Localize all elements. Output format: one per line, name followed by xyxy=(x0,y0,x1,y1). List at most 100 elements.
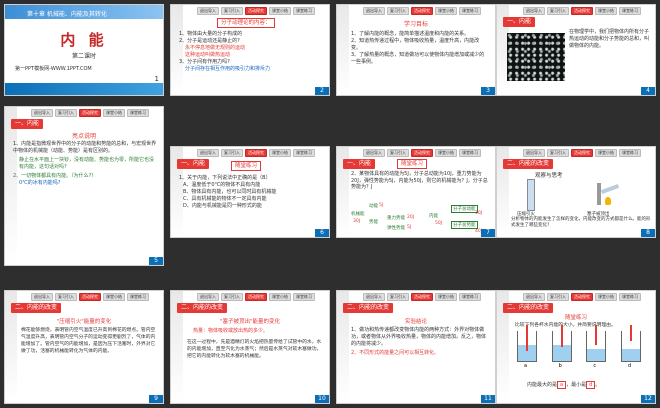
question-2: 0℃的冰有内能吗? xyxy=(19,180,61,186)
tab-review[interactable]: 复习引入 xyxy=(547,7,569,15)
slide-2[interactable]: 退出导入 复习引入 活动探究 课堂小结 课堂练习 分子动理论的内容： 1、物体由… xyxy=(170,4,330,96)
tab-review[interactable]: 复习引入 xyxy=(55,293,77,301)
slide-9[interactable]: 退出导入 复习引入 活动探究 课堂小结 课堂练习 二、内能的改变 "压缩引火"能… xyxy=(4,290,164,404)
slide-8[interactable]: 退出导入 复习引入 活动探究 课堂小结 课堂练习 二、内能的改变 观察与思考 压… xyxy=(496,146,656,238)
section-tag: 二、内能的改变 xyxy=(343,303,394,313)
tab-practice[interactable]: 课堂练习 xyxy=(619,149,641,157)
tab-explore[interactable]: 活动探究 xyxy=(571,293,593,301)
slide-7[interactable]: 退出导入 复习引入 活动探究 课堂小结 课堂练习 一、内能 随堂练习 2、某物体… xyxy=(336,146,496,238)
footer-text: 第一PPT模板网-WWW.1PPT.COM xyxy=(15,66,92,72)
tab-explore[interactable]: 活动探究 xyxy=(411,149,433,157)
conclusion-2: 2、不同形式的能量之间可以相互转化。 xyxy=(351,350,440,356)
tab-summary[interactable]: 课堂小结 xyxy=(595,7,617,15)
tab-review[interactable]: 复习引入 xyxy=(387,149,409,157)
tab-summary[interactable]: 课堂小结 xyxy=(269,149,291,157)
tab-exit[interactable]: 退出导入 xyxy=(197,149,219,157)
tab-practice[interactable]: 课堂练习 xyxy=(293,7,315,15)
item-2: 2、分子是运动还是静止的? xyxy=(179,38,240,44)
slide-5[interactable]: 退出导入 复习引入 活动探究 课堂小结 课堂练习 一、内能 亮点说明 1、内能是… xyxy=(4,106,164,266)
tab-summary[interactable]: 课堂小结 xyxy=(103,293,125,301)
tab-explore[interactable]: 活动探究 xyxy=(571,7,593,15)
tab-explore[interactable]: 活动探究 xyxy=(79,109,101,117)
tab-practice[interactable]: 课堂练习 xyxy=(293,149,315,157)
slide-10[interactable]: 退出导入 复习引入 活动探究 课堂小结 课堂练习 二、内能的改变 "塞子被顶出"… xyxy=(170,290,330,404)
tab-exit[interactable]: 退出导入 xyxy=(197,293,219,301)
label-elastic: 弹性势能 xyxy=(387,226,405,231)
tab-review[interactable]: 复习引入 xyxy=(221,149,243,157)
section-tag: 一、内能 xyxy=(177,159,210,169)
slide-6[interactable]: 退出导入 复习引入 活动探究 课堂小结 课堂练习 一、内能 随堂练习 1、关于内… xyxy=(170,146,330,238)
content: 1、物体由大量的分子构成的 2、分子是运动还是静止的? 永不停息地做无规则的运动… xyxy=(179,31,323,73)
tab-practice[interactable]: 课堂练习 xyxy=(127,109,149,117)
tab-exit[interactable]: 退出导入 xyxy=(197,7,219,15)
energy-tree: 动能 机械能 势能 重力势能 弹性势能 内能 分子总动能 分子总势能 5J 20… xyxy=(351,203,491,237)
question: 1、关于内能，下列说法中正确的是（B） xyxy=(179,175,271,181)
tab-summary[interactable]: 课堂小结 xyxy=(435,149,457,157)
nav-tabs: 退出导入 复习引入 活动探究 课堂小结 课堂练习 xyxy=(511,7,653,15)
beaker-a: a xyxy=(517,325,537,369)
option-d: D、内能与机械能是同一种形式的能 xyxy=(183,203,262,209)
tab-summary[interactable]: 课堂小结 xyxy=(269,293,291,301)
tab-explore[interactable]: 活动探究 xyxy=(245,149,267,157)
tab-exit[interactable]: 退出导入 xyxy=(363,149,385,157)
tab-explore[interactable]: 活动探究 xyxy=(411,293,433,301)
tab-explore[interactable]: 活动探究 xyxy=(245,7,267,15)
slide-number: 3 xyxy=(481,87,495,95)
tab-review[interactable]: 复习引入 xyxy=(55,109,77,117)
tab-practice[interactable]: 课堂练习 xyxy=(619,7,641,15)
tab-explore[interactable]: 活动探究 xyxy=(79,293,101,301)
tab-review[interactable]: 复习引入 xyxy=(221,7,243,15)
slide-3[interactable]: 退出导入 复习引入 活动探究 课堂小结 课堂练习 学习目标 1、了解内能的概念，… xyxy=(336,4,496,96)
slide-1[interactable]: 第十章 机械能、内能及其转化 内 能 第二课时 第一PPT模板网-WWW.1PP… xyxy=(4,4,164,96)
tab-review[interactable]: 复习引入 xyxy=(547,293,569,301)
item-3: 永不停息地做无规则的运动 xyxy=(185,45,246,51)
test-tube-apparatus xyxy=(593,183,621,207)
label-gravity: 重力势能 xyxy=(387,216,405,221)
slide-12[interactable]: 退出导入 复习引入 活动探究 课堂小结 课堂练习 二、内能的改变 随堂练习 比较… xyxy=(496,290,656,404)
heading: "塞子被顶出"能量的变化 xyxy=(219,319,281,325)
content: 1、内能是指微观世界中的分子的动能和势能的总和，与宏观世界中物体的机械能（动能、… xyxy=(13,141,157,187)
tab-review[interactable]: 复习引入 xyxy=(387,7,409,15)
tab-exit[interactable]: 退出导入 xyxy=(31,109,53,117)
tab-practice[interactable]: 课堂练习 xyxy=(293,293,315,301)
tab-practice[interactable]: 课堂练习 xyxy=(619,293,641,301)
explanation: 棉花能够燃烧，表明管内空气温度已升高到棉花的燃点。管内空气温度升高，表明管内空气… xyxy=(21,328,156,354)
nav-tabs: 退出导入 复习引入 活动探究 课堂小结 课堂练习 xyxy=(19,293,161,301)
tab-practice[interactable]: 课堂练习 xyxy=(459,149,481,157)
tab-summary[interactable]: 课堂小结 xyxy=(435,7,457,15)
tab-summary[interactable]: 课堂小结 xyxy=(269,7,291,15)
tab-review[interactable]: 复习引入 xyxy=(547,149,569,157)
tab-practice[interactable]: 课堂练习 xyxy=(459,7,481,15)
heading: 观察与思考 xyxy=(535,173,563,179)
slide-4[interactable]: 退出导入 复习引入 活动探究 课堂小结 课堂练习 一、内能 在物理学中，我们把物… xyxy=(496,4,656,96)
slide-11[interactable]: 退出导入 复习引入 活动探究 课堂小结 课堂练习 二、内能的改变 实验结论 1、… xyxy=(336,290,496,404)
slide-number: 12 xyxy=(641,395,655,403)
chapter-title: 第十章 机械能、内能及其转化 xyxy=(27,11,107,18)
tab-summary[interactable]: 课堂小结 xyxy=(595,293,617,301)
label-molecular-potential: 分子总势能 xyxy=(451,221,478,229)
tab-practice[interactable]: 课堂练习 xyxy=(459,293,481,301)
tab-explore[interactable]: 活动探究 xyxy=(411,7,433,15)
content: 1、做功和热传递都改变物体内能的两种方式：外界对物体做功，或者物体从外界吸收热量… xyxy=(351,327,489,357)
section-tag: 一、内能 xyxy=(503,17,536,27)
tab-exit[interactable]: 退出导入 xyxy=(31,293,53,301)
value-mechanical: 30J xyxy=(353,219,361,224)
value-internal: 50J xyxy=(435,221,443,226)
label-internal: 内能 xyxy=(429,214,438,219)
tab-summary[interactable]: 课堂小结 xyxy=(595,149,617,157)
tab-exit[interactable]: 退出导入 xyxy=(363,7,385,15)
tab-practice[interactable]: 课堂练习 xyxy=(127,293,149,301)
tab-exit[interactable]: 退出导入 xyxy=(363,293,385,301)
tab-review[interactable]: 复习引入 xyxy=(387,293,409,301)
value-elastic: 5J xyxy=(407,225,412,230)
tab-explore[interactable]: 活动探究 xyxy=(571,149,593,157)
tab-review[interactable]: 复习引入 xyxy=(221,293,243,301)
slide-number: 11 xyxy=(481,395,495,403)
tab-summary[interactable]: 课堂小结 xyxy=(435,293,457,301)
tab-explore[interactable]: 活动探究 xyxy=(245,293,267,301)
tab-exit[interactable]: 退出导入 xyxy=(523,149,545,157)
tab-summary[interactable]: 课堂小结 xyxy=(103,109,125,117)
tab-exit[interactable]: 退出导入 xyxy=(523,7,545,15)
option-c: C、具有机械能的物体不一定具有内能 xyxy=(183,196,267,202)
tab-exit[interactable]: 退出导入 xyxy=(523,293,545,301)
